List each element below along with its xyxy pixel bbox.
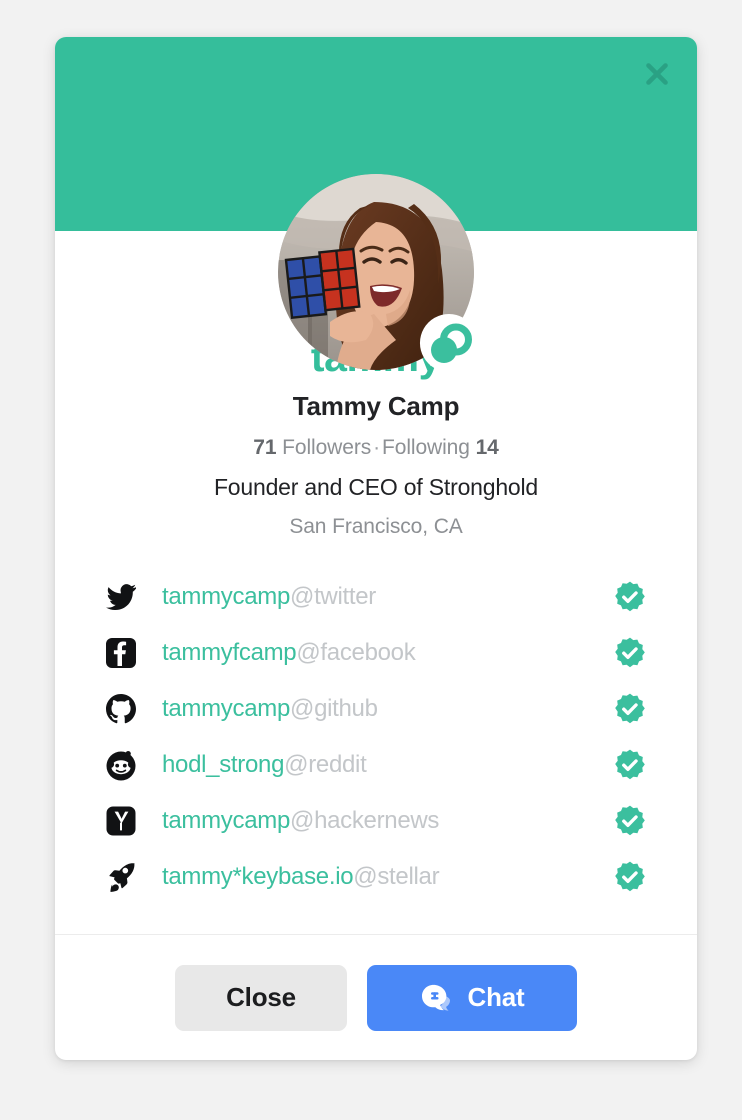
verified-check-icon	[610, 801, 650, 841]
proof-service: @stellar	[353, 863, 440, 891]
location-text: San Francisco, CA	[289, 515, 463, 539]
list-item[interactable]: tammyfcamp @facebook	[102, 625, 650, 681]
verified-check-icon	[610, 745, 650, 785]
chat-button-label: Chat	[467, 982, 525, 1012]
twitter-icon	[102, 578, 140, 616]
proof-username: tammycamp	[162, 583, 290, 611]
proof-username: hodl_strong	[162, 751, 285, 779]
list-item[interactable]: hodl_strong @reddit	[102, 737, 650, 793]
keybase-badge-icon	[418, 312, 480, 374]
close-icon[interactable]	[637, 54, 677, 94]
proof-service: @twitter	[290, 583, 376, 611]
chat-button[interactable]: Chat	[367, 964, 577, 1031]
proof-list: tammycamp @twitter tammyfcamp @facebook …	[55, 569, 697, 905]
bio-text: Founder and CEO of Stronghold	[213, 474, 539, 501]
proof-service: @github	[290, 695, 378, 723]
facebook-icon	[102, 634, 140, 672]
proof-username: tammyfcamp	[162, 639, 297, 667]
list-item[interactable]: tammycamp @github	[102, 681, 650, 737]
chat-bubbles-icon	[420, 983, 452, 1013]
verified-check-icon	[610, 857, 650, 897]
list-item[interactable]: tammycamp @twitter	[102, 569, 650, 625]
followers-count: 71	[253, 436, 277, 460]
profile-card: tammy Tammy Camp 71 Followers·Following …	[55, 37, 697, 1060]
full-name: Tammy Camp	[292, 391, 460, 422]
proof-service: @hackernews	[290, 807, 440, 835]
stats-separator: ·	[373, 436, 381, 460]
verified-check-icon	[610, 577, 650, 617]
github-icon	[102, 690, 140, 728]
following-label: Following	[382, 436, 470, 460]
hackernews-icon	[102, 802, 140, 840]
card-footer: Close Chat	[55, 934, 697, 1060]
reddit-icon	[102, 746, 140, 784]
followers-label: Followers	[282, 436, 372, 460]
following-count: 14	[475, 436, 499, 460]
list-item[interactable]: tammycamp @hackernews	[102, 793, 650, 849]
verified-check-icon	[610, 633, 650, 673]
list-item[interactable]: tammy*keybase.io @stellar	[102, 849, 650, 905]
stellar-rocket-icon	[102, 858, 140, 896]
proof-service: @reddit	[284, 751, 367, 779]
proof-service: @facebook	[296, 639, 416, 667]
proof-username: tammy*keybase.io	[162, 863, 354, 891]
avatar[interactable]	[278, 174, 478, 372]
page-background: tammy Tammy Camp 71 Followers·Following …	[0, 0, 742, 1120]
verified-check-icon	[610, 689, 650, 729]
close-button[interactable]: Close	[175, 964, 347, 1031]
proof-username: tammycamp	[162, 695, 290, 723]
follow-stats: 71 Followers·Following 14	[253, 436, 499, 460]
proof-username: tammycamp	[162, 807, 290, 835]
